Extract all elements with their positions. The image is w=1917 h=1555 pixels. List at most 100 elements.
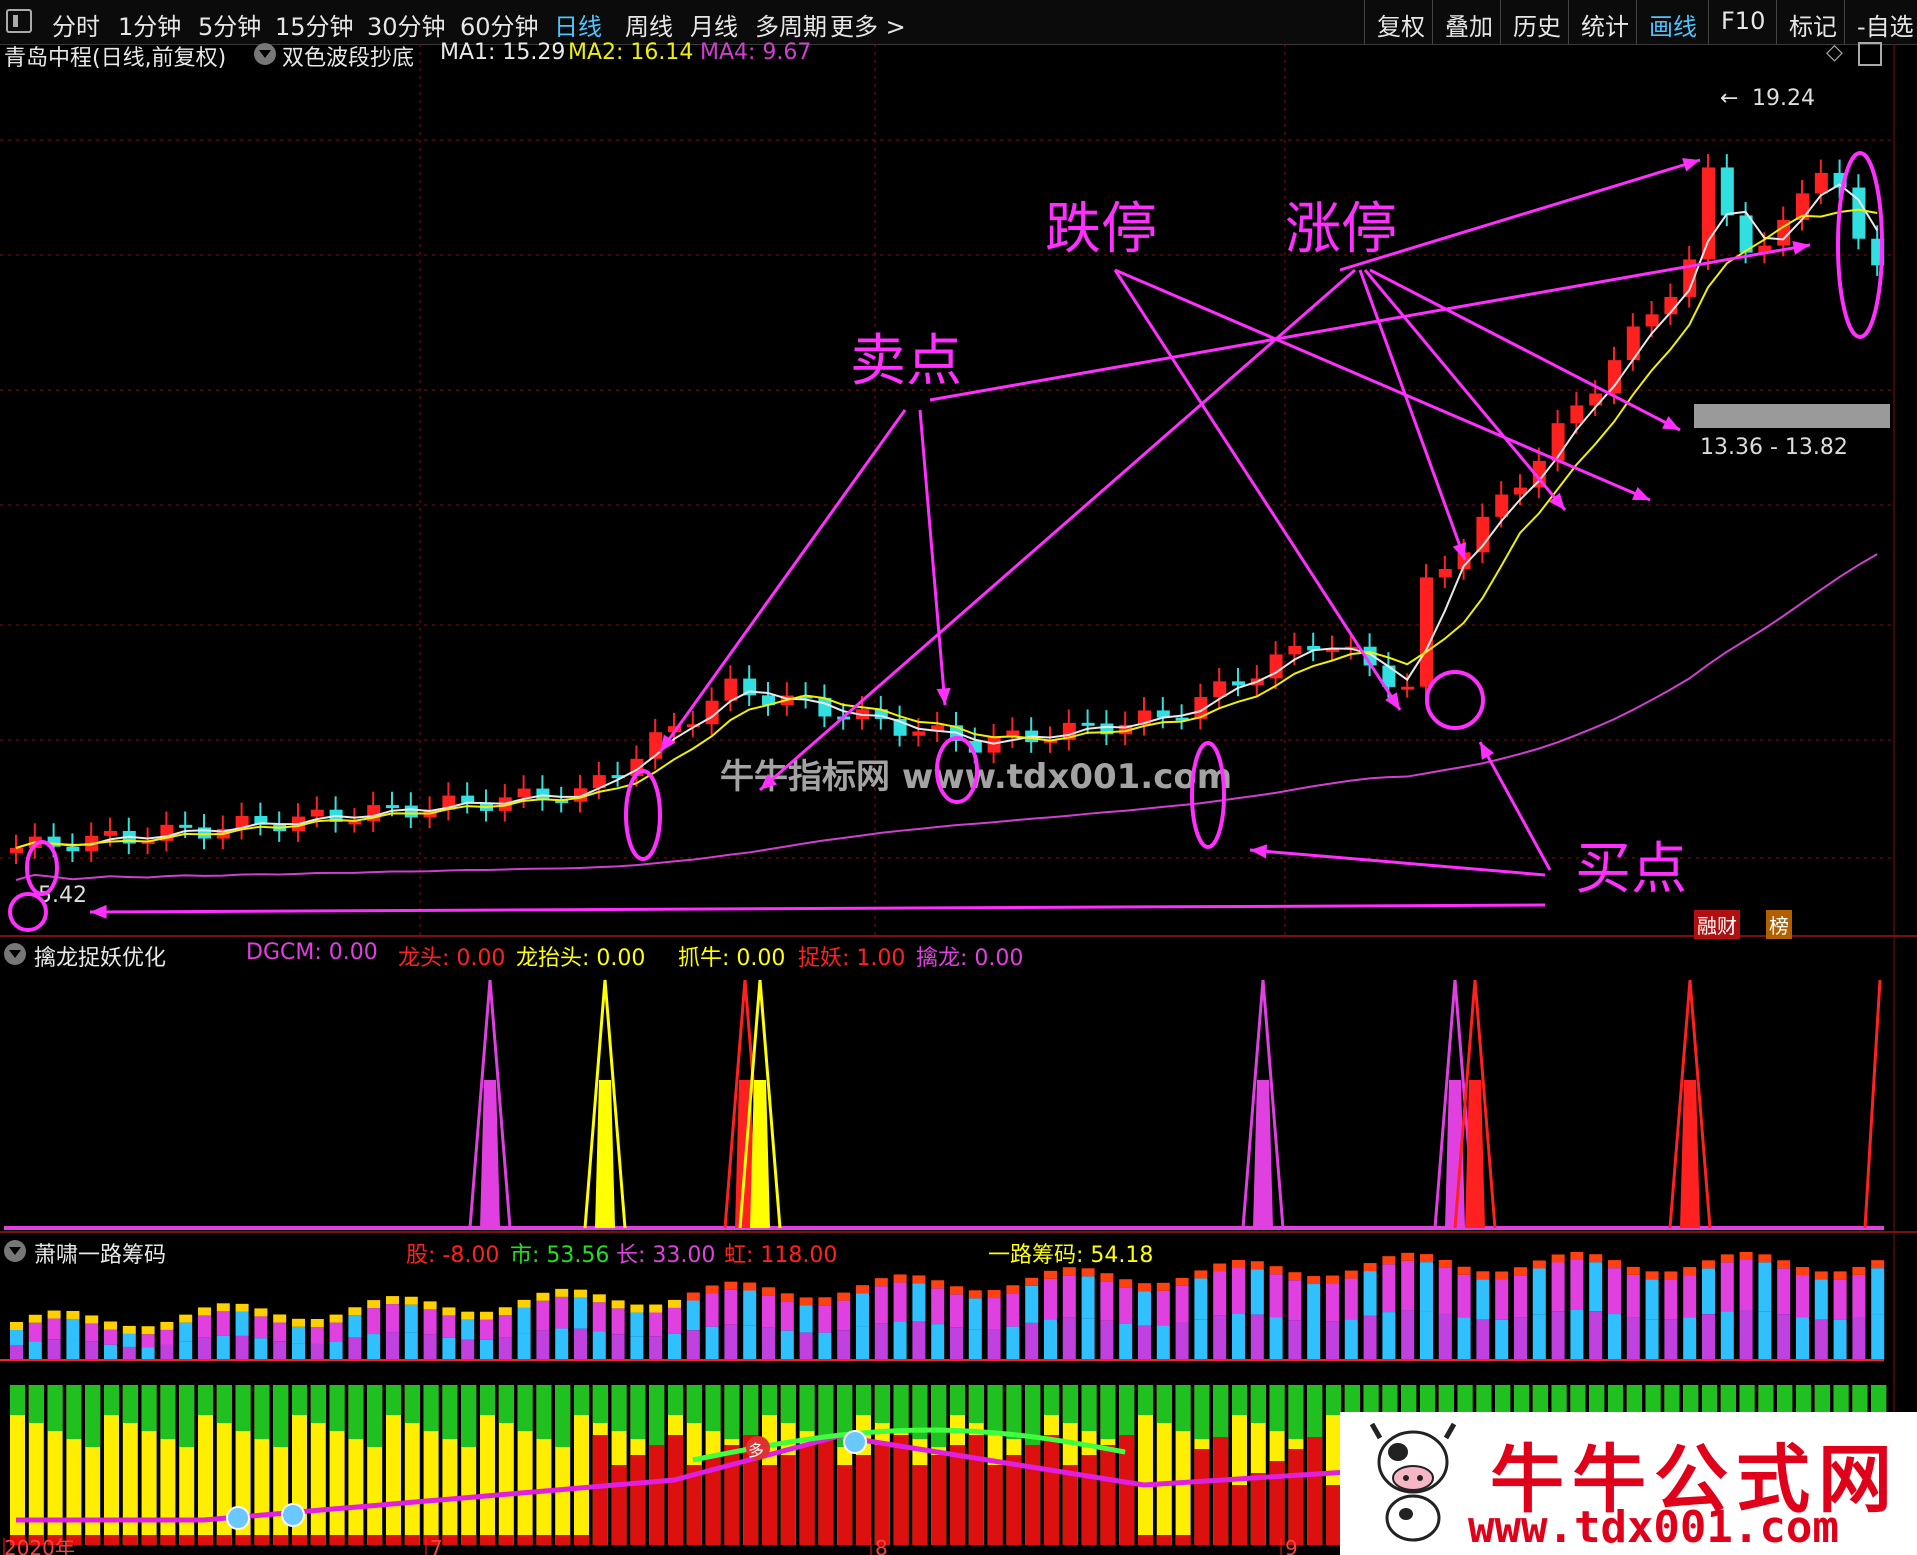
candle-body [686,724,700,728]
chip-bar [47,1385,63,1545]
candle-body [912,731,926,736]
chip-bar-bottom [1175,1535,1191,1545]
period-tab[interactable]: 5分钟 [198,7,261,42]
chip-bar-bottom [66,1535,82,1545]
chip-bar-bottom [780,1455,796,1545]
volume-bar [780,1301,794,1331]
chip-bar-bottom [611,1465,627,1545]
volume-bar [1344,1319,1358,1360]
volume-bar [1081,1276,1095,1319]
candle-body [28,836,42,848]
candle-body [1852,187,1866,239]
panel-toggle-icon[interactable] [6,9,32,33]
period-tab[interactable]: 60分钟 [460,7,539,42]
period-tab[interactable]: 更多 > [830,7,906,42]
chip-bar [273,1385,289,1545]
volume-bar [1589,1262,1603,1312]
rank-badge[interactable]: 榜 [1766,910,1792,939]
volume-bar-cap [160,1321,174,1330]
pane2-dropdown-icon[interactable] [4,943,26,965]
chip-bar-top [480,1385,495,1415]
chip-bar-bottom [1307,1437,1323,1545]
volume-bar [1175,1285,1189,1323]
chip-bar-bottom [1138,1535,1153,1545]
period-tab[interactable]: 1分钟 [118,7,181,42]
volume-bar [1213,1271,1227,1316]
chip-bar-top [762,1385,777,1415]
period-tab[interactable]: 30分钟 [367,7,446,42]
toolbar-button[interactable]: 复权 [1364,0,1437,44]
toolbar-button[interactable]: F10 [1708,0,1777,44]
finance-badge[interactable]: 融财 [1694,910,1740,939]
limit-down-arrow [1114,268,1651,502]
volume-bar [950,1294,963,1328]
chip-bar-top [386,1385,401,1415]
chip-bar-bottom [987,1465,1003,1545]
diamond-icon[interactable]: ◇ [1826,40,1843,65]
volume-bar-cap [1081,1268,1095,1277]
chip-bar [555,1385,571,1545]
volume-bar [292,1326,305,1344]
volume-bar [536,1330,550,1360]
toolbar-button[interactable]: 标记 [1776,0,1849,44]
period-tab[interactable]: 周线 [625,7,673,42]
volume-bar-cap [1514,1267,1527,1276]
volume-bar [141,1334,155,1348]
chip-bar-bottom [254,1535,270,1545]
ma4-line [15,553,1878,881]
candle-body [179,824,193,828]
maximize-icon[interactable] [1858,42,1882,66]
chip-bar-top [10,1385,25,1415]
volume-bar-cap [1250,1261,1264,1270]
volume-bar-cap [310,1318,324,1327]
indicator-dropdown-icon[interactable] [254,43,276,65]
volume-bar [818,1305,832,1333]
pane3-dropdown-icon[interactable] [4,1240,26,1262]
period-tab[interactable]: 15分钟 [275,7,354,42]
chip-bar-top [1175,1385,1191,1431]
toolbar-button[interactable]: 统计 [1568,0,1641,44]
volume-bar-cap [179,1314,193,1323]
chip-bar-bottom [893,1435,909,1545]
candle-body [856,709,869,720]
volume-bar [1326,1321,1339,1360]
volume-bar [423,1334,437,1360]
candle-body [1739,215,1753,253]
toolbar-button[interactable]: 画线 [1636,0,1709,44]
volume-bar [367,1308,381,1335]
chip-bar [874,1385,890,1545]
toolbar-button[interactable]: 历史 [1500,0,1573,44]
volume-bar [1382,1264,1396,1313]
volume-bar [1814,1319,1828,1360]
chip-bar [216,1385,232,1545]
volume-bar [404,1332,418,1360]
candle-body [66,846,80,852]
volume-bar-cap [1551,1254,1565,1263]
candle-body [780,695,794,706]
period-tab[interactable]: 月线 [690,7,738,42]
volume-bar [611,1308,625,1335]
chip-bar [498,1385,514,1545]
volume-bar [1495,1279,1509,1320]
chip-bar [893,1385,909,1545]
candle-body [1532,460,1546,488]
volume-bar-cap [1626,1266,1640,1275]
toolbar-button[interactable]: 叠加 [1432,0,1505,44]
volume-bar [1138,1291,1151,1326]
chip-bar [1100,1385,1116,1545]
volume-bar [386,1304,399,1333]
highlight-circle [624,769,662,861]
volume-bar [912,1321,926,1360]
period-tab[interactable]: 日线 [554,7,602,42]
chip-bar [1307,1385,1323,1545]
candle-body [1758,245,1772,253]
chip-bar-top [141,1385,157,1431]
toolbar-button[interactable]: -自选 [1844,0,1917,44]
period-tab[interactable]: 多周期 [755,7,827,42]
volume-bar [367,1334,381,1360]
volume-bar [611,1334,625,1360]
period-tab[interactable]: 分时 [52,7,100,42]
candle-body [1307,646,1321,651]
chip-bar-bottom [517,1535,533,1545]
chart-canvas[interactable]: ← 19.24 5.42 13.36 - 13.82 牛牛指标网 www.tdx001… [0,0,1917,1555]
